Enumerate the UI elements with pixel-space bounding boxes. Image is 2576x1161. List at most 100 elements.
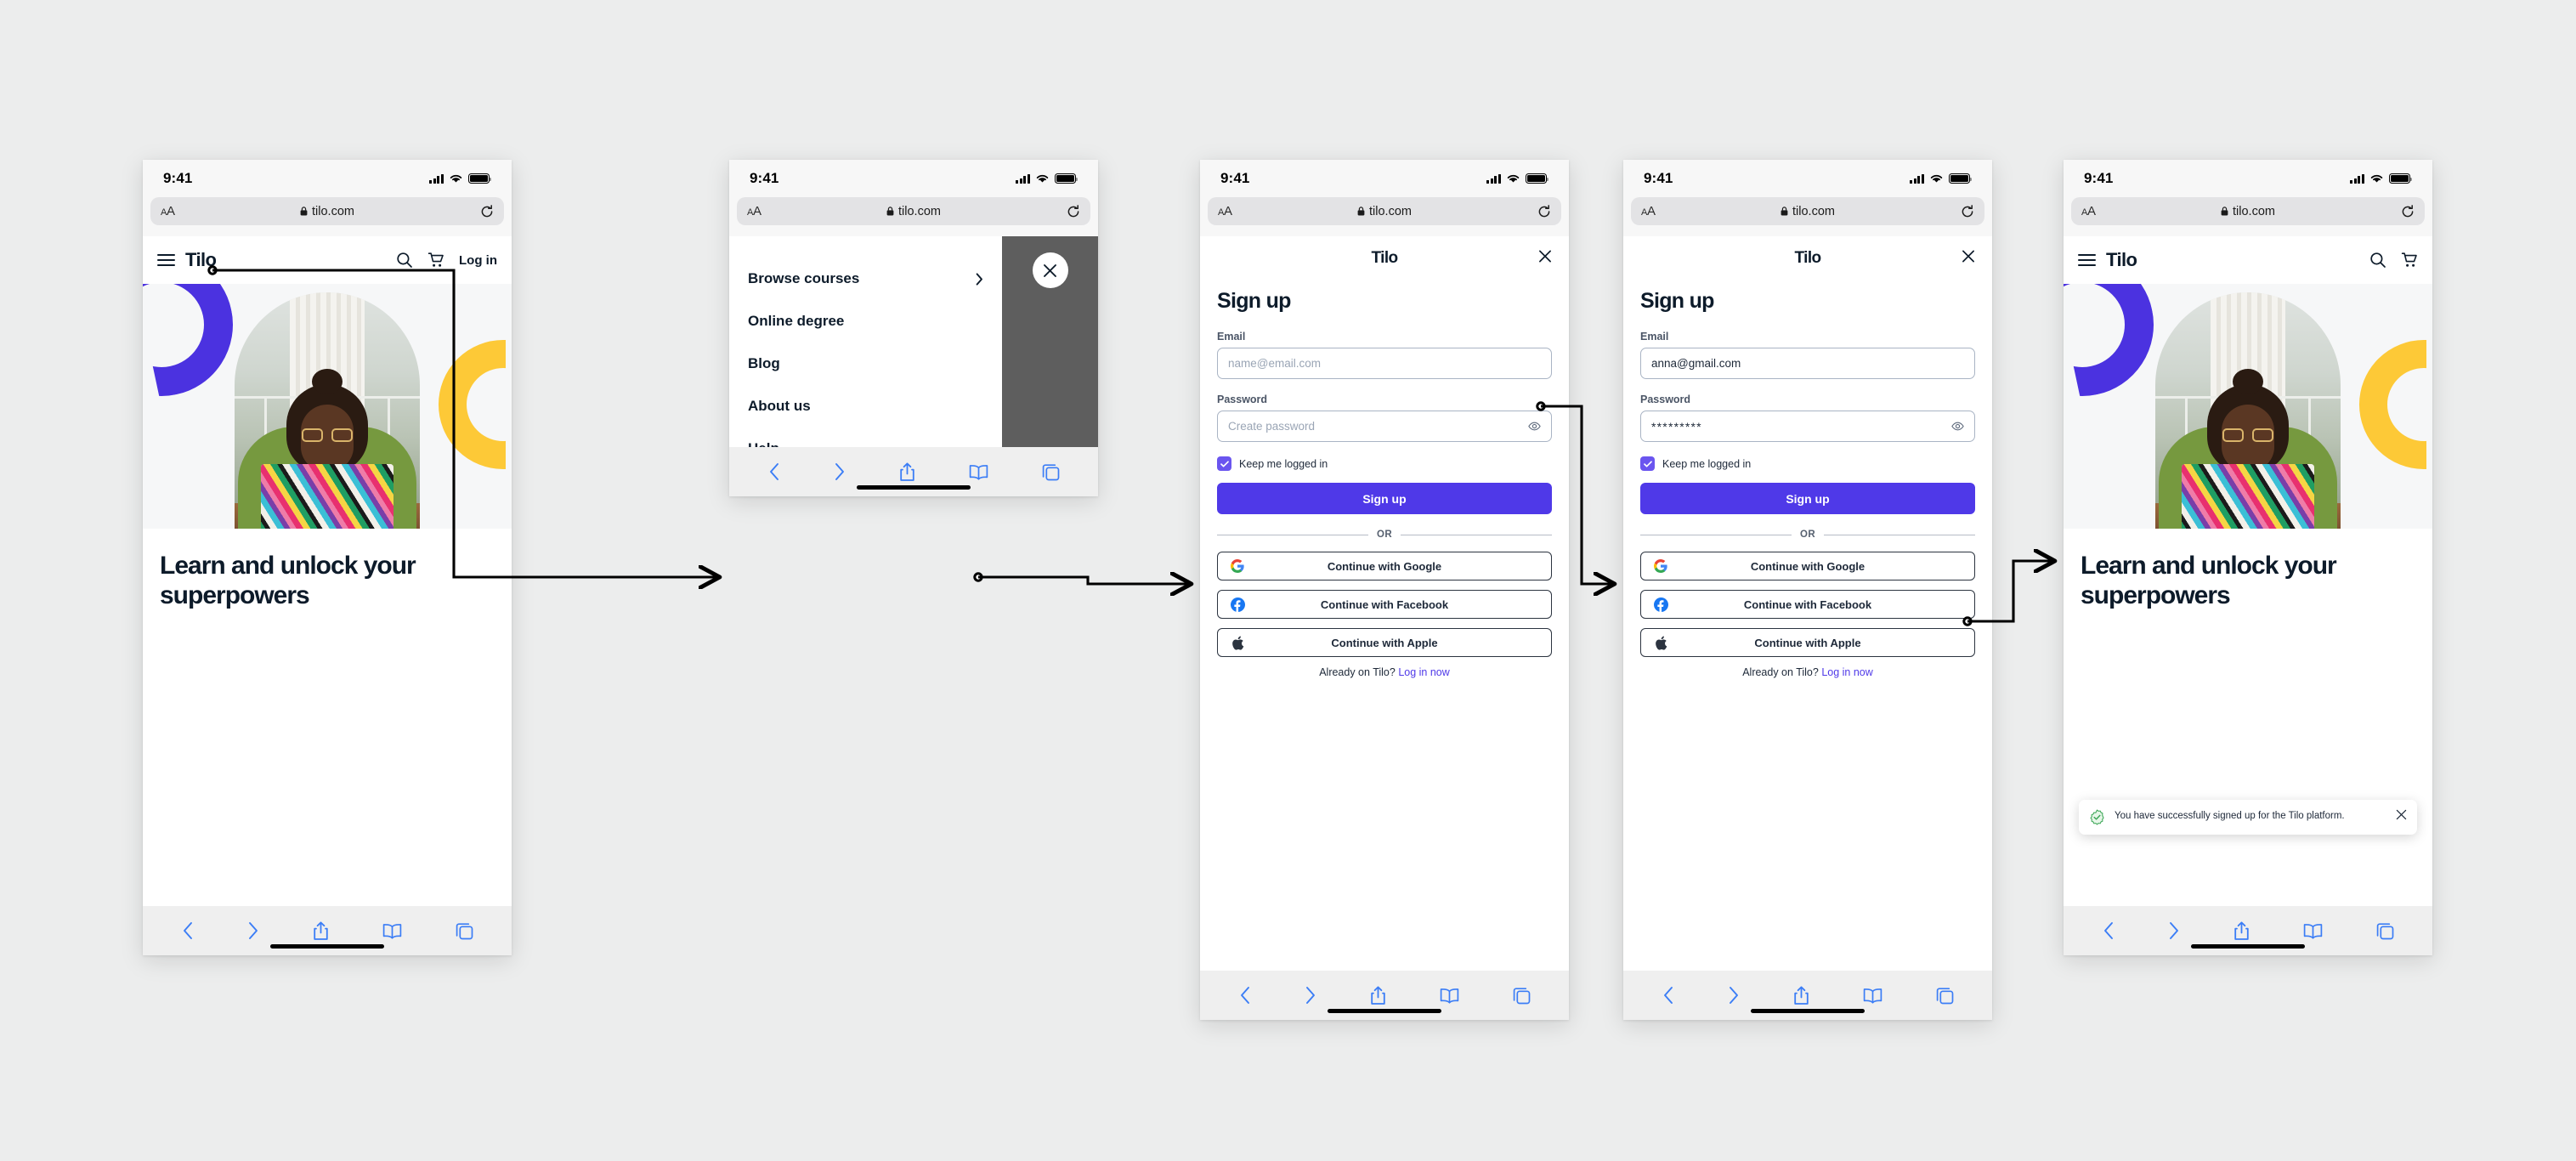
menu-item-help[interactable]: Help bbox=[748, 428, 983, 447]
url-display[interactable]: tilo.com bbox=[150, 205, 504, 218]
wifi-icon bbox=[1930, 174, 1943, 183]
shopping-cart-icon[interactable] bbox=[2401, 252, 2418, 269]
forward-chevron-icon[interactable] bbox=[834, 462, 846, 481]
login-now-link[interactable]: Log in now bbox=[1821, 666, 1872, 678]
url-display[interactable]: tilo.com bbox=[1631, 205, 1984, 218]
tabs-icon[interactable] bbox=[1513, 987, 1531, 1005]
url-pill[interactable]: AA tilo.com bbox=[1208, 197, 1561, 225]
or-divider-label: OR bbox=[1376, 530, 1393, 540]
connector-2 bbox=[973, 574, 1190, 584]
status-indicators bbox=[2350, 173, 2413, 184]
keep-logged-in-checkbox[interactable] bbox=[1217, 456, 1231, 471]
search-icon[interactable] bbox=[2369, 252, 2386, 269]
login-now-link[interactable]: Log in now bbox=[1398, 666, 1449, 678]
status-time: 9:41 bbox=[163, 170, 193, 186]
forward-chevron-icon[interactable] bbox=[247, 921, 259, 940]
continue-with-facebook-button[interactable]: Continue with Facebook bbox=[1217, 590, 1552, 619]
search-icon[interactable] bbox=[396, 252, 413, 269]
share-icon[interactable] bbox=[313, 921, 329, 941]
back-chevron-icon[interactable] bbox=[768, 462, 780, 481]
url-text: tilo.com bbox=[1792, 204, 1835, 218]
back-chevron-icon[interactable] bbox=[182, 921, 194, 940]
keep-logged-in-row[interactable]: Keep me logged in bbox=[1640, 456, 1975, 471]
status-time: 9:41 bbox=[1644, 170, 1673, 186]
navigation-drawer: Browse courses Online degree Blog About … bbox=[729, 236, 1003, 447]
password-field[interactable]: ********* bbox=[1640, 411, 1975, 442]
keep-logged-in-row[interactable]: Keep me logged in bbox=[1217, 456, 1552, 471]
signup-submit-button[interactable]: Sign up bbox=[1217, 483, 1552, 514]
tabs-icon[interactable] bbox=[1936, 987, 1954, 1005]
home-indicator bbox=[857, 485, 971, 490]
share-icon[interactable] bbox=[899, 462, 915, 482]
hero-section bbox=[143, 284, 512, 529]
tabs-icon[interactable] bbox=[1042, 463, 1060, 481]
signup-sheet: Tilo Sign up Email anna@gmail.com Passwo… bbox=[1623, 236, 1992, 971]
forward-chevron-icon[interactable] bbox=[1305, 986, 1316, 1005]
menu-item-browse-courses[interactable]: Browse courses bbox=[748, 258, 983, 300]
tabs-icon[interactable] bbox=[456, 922, 473, 940]
hamburger-menu-icon[interactable] bbox=[157, 253, 175, 267]
bookmarks-book-icon[interactable] bbox=[969, 464, 988, 480]
continue-with-facebook-button[interactable]: Continue with Facebook bbox=[1640, 590, 1975, 619]
close-drawer-button[interactable] bbox=[1032, 252, 1068, 288]
bookmarks-book-icon[interactable] bbox=[2303, 923, 2323, 939]
continue-with-google-button[interactable]: Continue with Google bbox=[1640, 552, 1975, 580]
shopping-cart-icon[interactable] bbox=[427, 252, 444, 269]
close-sheet-button[interactable] bbox=[1538, 250, 1552, 268]
url-pill[interactable]: AA tilo.com bbox=[150, 197, 504, 225]
menu-item-label: Blog bbox=[748, 355, 780, 371]
back-chevron-icon[interactable] bbox=[1239, 986, 1251, 1005]
flow-canvas: 9:41 AA tilo.com Tilo Log in Learn and u… bbox=[0, 0, 2576, 1161]
bookmarks-book-icon[interactable] bbox=[1440, 988, 1459, 1004]
email-field[interactable]: name@email.com bbox=[1217, 348, 1552, 379]
status-indicators bbox=[1016, 173, 1079, 184]
tabs-icon[interactable] bbox=[2376, 922, 2394, 940]
email-field[interactable]: anna@gmail.com bbox=[1640, 348, 1975, 379]
brand-logo[interactable]: Tilo bbox=[2106, 249, 2137, 271]
social-button-label: Continue with Google bbox=[1750, 559, 1865, 573]
url-display[interactable]: tilo.com bbox=[2071, 205, 2425, 218]
menu-item-about-us[interactable]: About us bbox=[748, 385, 983, 428]
password-field[interactable]: Create password bbox=[1217, 411, 1552, 442]
share-icon[interactable] bbox=[2233, 921, 2250, 941]
close-sheet-button[interactable] bbox=[1962, 250, 1975, 268]
eye-icon[interactable] bbox=[1951, 422, 1964, 431]
page-title: Sign up bbox=[1640, 289, 1714, 313]
continue-with-apple-button[interactable]: Continue with Apple bbox=[1640, 628, 1975, 657]
screen-navigation-drawer: 9:41 AA tilo.com Browse courses Online d… bbox=[729, 160, 1098, 496]
back-chevron-icon[interactable] bbox=[2103, 921, 2115, 940]
url-display[interactable]: tilo.com bbox=[737, 205, 1090, 218]
share-icon[interactable] bbox=[1370, 986, 1386, 1005]
forward-chevron-icon[interactable] bbox=[2168, 921, 2180, 940]
email-placeholder: name@email.com bbox=[1228, 357, 1321, 370]
browser-url-bar: AA tilo.com bbox=[1200, 197, 1569, 236]
bookmarks-book-icon[interactable] bbox=[382, 923, 402, 939]
password-label: Password bbox=[1640, 394, 1691, 405]
continue-with-google-button[interactable]: Continue with Google bbox=[1217, 552, 1552, 580]
login-prompt-text: Already on Tilo? bbox=[1742, 666, 1819, 678]
keep-logged-in-label: Keep me logged in bbox=[1239, 457, 1328, 470]
battery-icon bbox=[2389, 173, 2413, 184]
hamburger-menu-icon[interactable] bbox=[2078, 253, 2096, 267]
keep-logged-in-checkbox[interactable] bbox=[1640, 456, 1655, 471]
lock-icon bbox=[2221, 207, 2228, 216]
url-pill[interactable]: AA tilo.com bbox=[737, 197, 1090, 225]
continue-with-apple-button[interactable]: Continue with Apple bbox=[1217, 628, 1552, 657]
close-x-icon[interactable] bbox=[2396, 809, 2407, 820]
share-icon[interactable] bbox=[1793, 986, 1809, 1005]
login-link[interactable]: Log in bbox=[459, 253, 497, 268]
cellular-signal-icon bbox=[1016, 173, 1030, 184]
url-text: tilo.com bbox=[1369, 204, 1412, 218]
url-pill[interactable]: AA tilo.com bbox=[1631, 197, 1984, 225]
signup-submit-button[interactable]: Sign up bbox=[1640, 483, 1975, 514]
brand-logo[interactable]: Tilo bbox=[185, 249, 217, 271]
eye-icon[interactable] bbox=[1528, 422, 1541, 431]
back-chevron-icon[interactable] bbox=[1662, 986, 1674, 1005]
menu-item-online-degree[interactable]: Online degree bbox=[748, 300, 983, 343]
menu-item-blog[interactable]: Blog bbox=[748, 343, 983, 385]
forward-chevron-icon[interactable] bbox=[1728, 986, 1740, 1005]
url-display[interactable]: tilo.com bbox=[1208, 205, 1561, 218]
drawer-scrim[interactable] bbox=[1002, 236, 1098, 447]
url-pill[interactable]: AA tilo.com bbox=[2071, 197, 2425, 225]
bookmarks-book-icon[interactable] bbox=[1863, 988, 1882, 1004]
